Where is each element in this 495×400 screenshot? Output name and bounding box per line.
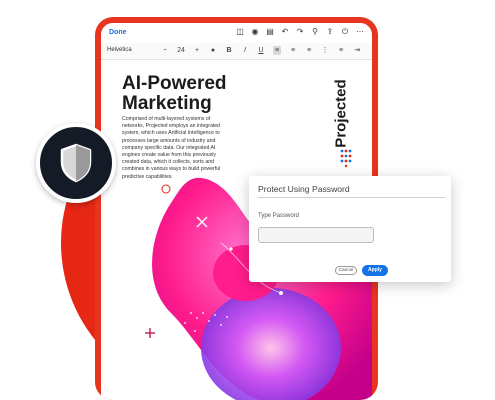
font-size-increase-icon[interactable]: + — [193, 46, 201, 55]
password-dialog: Protect Using Password Type Password Can… — [249, 176, 451, 282]
search-icon[interactable]: ⚲ — [311, 28, 319, 36]
dialog-title: Protect Using Password — [258, 184, 350, 194]
power-icon[interactable]: ⏻ — [341, 28, 349, 36]
side-brand: Projected — [331, 70, 351, 160]
redo-icon[interactable]: ↷ — [296, 28, 304, 36]
toolbar-icon-group: ◫ ◉ ▤ ↶ ↷ ⚲ ⇪ ⏻ ⋯ — [236, 28, 364, 36]
share-icon[interactable]: ⇪ — [326, 28, 334, 36]
top-toolbar: Done ◫ ◉ ▤ ↶ ↷ ⚲ ⇪ ⏻ ⋯ — [101, 23, 372, 44]
align-center-icon[interactable]: ≡ — [289, 46, 297, 55]
font-size-value[interactable]: 24 — [177, 46, 185, 55]
format-icon-group: − 24 + ● B I U ≡ ≡ ≡ ⋮ ≡ ⇥ — [161, 46, 361, 55]
toggle-icon[interactable]: ▤ — [266, 28, 274, 36]
side-brand-text: Projected — [332, 79, 350, 148]
indent-icon[interactable]: ⇥ — [353, 46, 361, 55]
more-icon[interactable]: ⋯ — [356, 28, 364, 36]
align-right-icon[interactable]: ≡ — [305, 46, 313, 55]
eye-icon[interactable]: ◉ — [251, 28, 259, 36]
align-left-icon[interactable]: ≡ — [273, 46, 281, 55]
format-toolbar: Helvetica − 24 + ● B I U ≡ ≡ ≡ ⋮ ≡ ⇥ — [101, 43, 372, 60]
color-icon[interactable]: ● — [209, 46, 217, 55]
undo-icon[interactable]: ↶ — [281, 28, 289, 36]
list-icon[interactable]: ⋮ — [321, 46, 329, 55]
shield-badge — [36, 123, 116, 203]
sidebar-icon[interactable]: ◫ — [236, 28, 244, 36]
cancel-button[interactable]: Cancel — [335, 266, 357, 275]
shield-icon — [60, 143, 92, 183]
numbered-list-icon[interactable]: ≡ — [337, 46, 345, 55]
font-family-select[interactable]: Helvetica — [107, 47, 132, 53]
bold-icon[interactable]: B — [225, 46, 233, 55]
italic-icon[interactable]: I — [241, 46, 249, 55]
underline-icon[interactable]: U — [257, 46, 265, 55]
dialog-divider — [258, 197, 445, 198]
password-label: Type Password — [258, 213, 300, 219]
done-button[interactable]: Done — [109, 29, 127, 36]
password-input[interactable] — [258, 227, 374, 243]
document-title: AI-Powered Marketing — [122, 73, 227, 114]
apply-button[interactable]: Apply — [362, 265, 388, 276]
font-size-decrease-icon[interactable]: − — [161, 46, 169, 55]
